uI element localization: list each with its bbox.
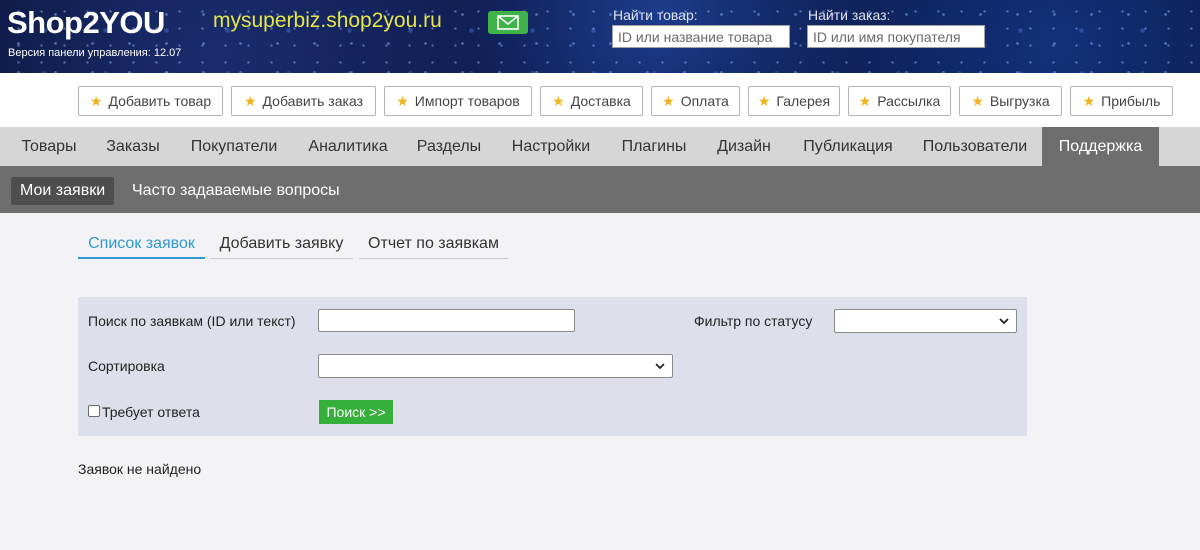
mail-button[interactable]: [488, 11, 528, 34]
star-icon: ★: [971, 93, 984, 109]
star-icon: ★: [552, 93, 565, 109]
main-nav: Товары Заказы Покупатели Аналитика Разде…: [0, 127, 1200, 166]
empty-result-message: Заявок не найдено: [78, 461, 202, 477]
sub-nav: Мои заявки Часто задаваемые вопросы: [0, 166, 1200, 213]
nav-publication[interactable]: Публикация: [788, 127, 908, 166]
star-icon: ★: [858, 93, 872, 109]
add-order-button[interactable]: ★ Добавить заказ: [231, 86, 376, 116]
header-background: [0, 0, 1200, 73]
button-label: Доставка: [570, 93, 631, 109]
star-icon: ★: [757, 93, 771, 109]
tab-add-ticket[interactable]: Добавить заявку: [210, 235, 353, 259]
quick-actions-bar: ★ Добавить товар ★ Добавить заказ ★ Импо…: [0, 73, 1200, 127]
needs-reply-checkbox[interactable]: [88, 405, 100, 417]
button-label: Импорт товаров: [414, 93, 520, 109]
button-label: Выгрузка: [989, 93, 1050, 109]
find-product-label: Найти товар:: [613, 7, 698, 23]
button-label: Оплата: [680, 93, 729, 109]
nav-design[interactable]: Дизайн: [702, 127, 786, 166]
star-icon: ★: [89, 93, 103, 109]
gallery-button[interactable]: ★ Галерея: [748, 86, 840, 116]
nav-settings[interactable]: Настройки: [496, 127, 606, 166]
delivery-button[interactable]: ★ Доставка: [540, 86, 643, 116]
button-label: Прибыль: [1101, 93, 1161, 109]
sort-label: Сортировка: [88, 358, 165, 374]
filter-panel: Поиск по заявкам (ID или текст) Фильтр п…: [78, 297, 1027, 436]
nav-support[interactable]: Поддержка: [1042, 127, 1159, 166]
find-product-input[interactable]: [612, 25, 790, 48]
chevron-down-icon: [999, 318, 1009, 325]
button-label: Рассылка: [877, 93, 941, 109]
find-order-input[interactable]: [807, 25, 985, 48]
search-button[interactable]: Поиск >>: [319, 400, 393, 424]
payment-button[interactable]: ★ Оплата: [651, 86, 740, 116]
nav-orders[interactable]: Заказы: [92, 127, 174, 166]
subnav-my-tickets[interactable]: Мои заявки: [11, 177, 115, 205]
nav-products[interactable]: Товары: [8, 127, 90, 166]
search-tickets-label: Поиск по заявкам (ID или текст): [88, 313, 296, 329]
status-filter-select[interactable]: [834, 309, 1017, 333]
button-label: Галерея: [776, 93, 831, 109]
admin-page: Shop2YOU Версия панели управления: 12.07…: [0, 0, 1200, 550]
tab-ticket-list[interactable]: Список заявок: [78, 235, 205, 259]
export-button[interactable]: ★ Выгрузка: [959, 86, 1062, 116]
star-icon: ★: [396, 93, 409, 109]
logo[interactable]: Shop2YOU: [7, 5, 165, 41]
nav-analytics[interactable]: Аналитика: [294, 127, 402, 166]
button-label: Добавить товар: [108, 93, 212, 109]
import-products-button[interactable]: ★ Импорт товаров: [384, 86, 532, 116]
star-icon: ★: [243, 93, 257, 109]
nav-customers[interactable]: Покупатели: [176, 127, 292, 166]
tab-ticket-report[interactable]: Отчет по заявкам: [359, 235, 508, 259]
nav-plugins[interactable]: Плагины: [608, 127, 700, 166]
panel-version: Версия панели управления: 12.07: [8, 47, 182, 59]
button-label: Добавить заказ: [262, 93, 363, 109]
envelope-icon: [497, 15, 519, 30]
subnav-faq[interactable]: Часто задаваемые вопросы: [123, 177, 349, 205]
sort-select[interactable]: [318, 354, 673, 378]
needs-reply-label: Требует ответа: [102, 404, 200, 420]
find-order-label: Найти заказ:: [808, 7, 891, 23]
top-header: Shop2YOU Версия панели управления: 12.07…: [0, 0, 1200, 73]
search-tickets-input[interactable]: [318, 309, 575, 332]
star-icon: ★: [662, 93, 675, 109]
profit-button[interactable]: ★ Прибыль: [1070, 86, 1173, 116]
mailing-button[interactable]: ★ Рассылка: [848, 86, 951, 116]
nav-users[interactable]: Пользователи: [910, 127, 1040, 166]
site-domain-link[interactable]: mysuperbiz.shop2you.ru: [213, 9, 442, 33]
star-icon: ★: [1082, 93, 1096, 109]
chevron-down-icon: [655, 363, 665, 370]
add-product-button[interactable]: ★ Добавить товар: [78, 86, 223, 116]
status-filter-label: Фильтр по статусу: [694, 313, 813, 329]
nav-sections[interactable]: Разделы: [404, 127, 494, 166]
